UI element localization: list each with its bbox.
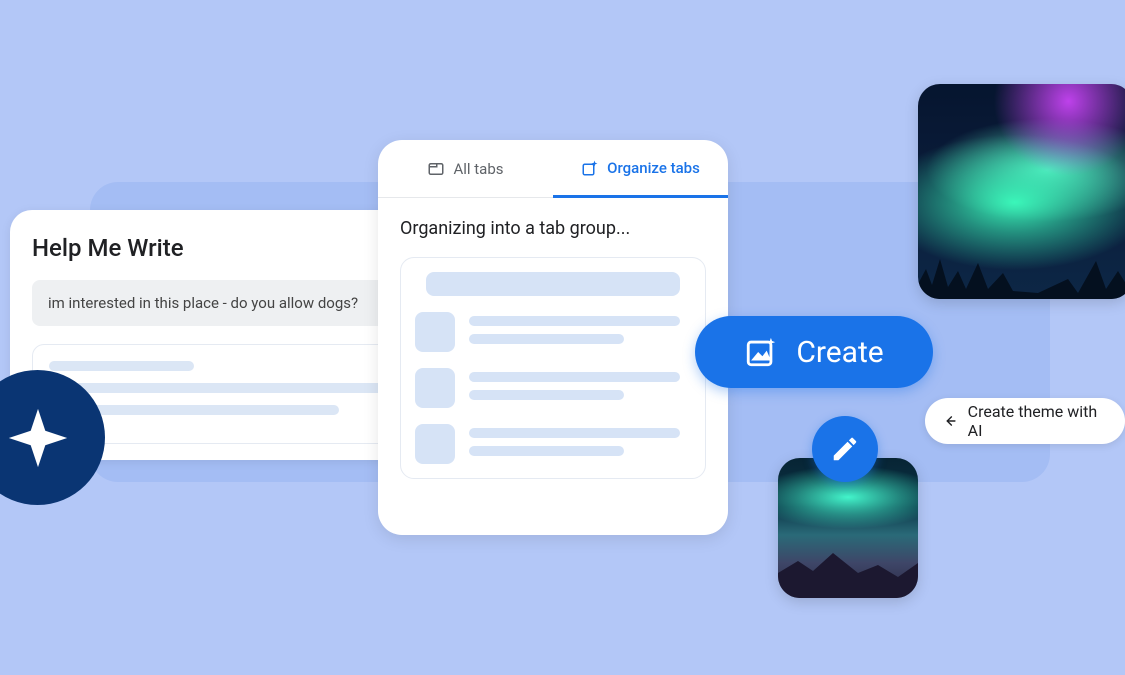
organize-sparkle-icon xyxy=(581,159,599,177)
tab-group-skeleton xyxy=(400,257,706,479)
pencil-icon xyxy=(830,434,860,464)
tab-organizer-card: All tabs Organize tabs Organizing into a… xyxy=(378,140,728,535)
create-theme-chip-label: Create theme with AI xyxy=(968,402,1105,440)
edit-theme-button[interactable] xyxy=(812,416,878,482)
theme-preview-large xyxy=(918,84,1125,299)
tab-all-tabs-label: All tabs xyxy=(453,160,503,178)
arrow-left-icon xyxy=(941,412,958,430)
tab-organizer-header: All tabs Organize tabs xyxy=(378,140,728,198)
help-me-write-input[interactable]: im interested in this place - do you all… xyxy=(32,280,428,326)
create-button[interactable]: Create xyxy=(695,316,933,388)
tab-organizer-status: Organizing into a tab group... xyxy=(400,218,706,239)
help-me-write-title: Help Me Write xyxy=(32,234,428,262)
create-button-label: Create xyxy=(796,335,883,370)
image-sparkle-icon xyxy=(744,335,778,369)
sparkle-icon xyxy=(3,403,73,473)
create-theme-chip[interactable]: Create theme with AI xyxy=(925,398,1125,444)
tab-icon xyxy=(427,160,445,178)
tab-all-tabs[interactable]: All tabs xyxy=(378,140,553,198)
tab-organize-tabs[interactable]: Organize tabs xyxy=(553,140,728,198)
tab-organize-tabs-label: Organize tabs xyxy=(607,159,700,177)
